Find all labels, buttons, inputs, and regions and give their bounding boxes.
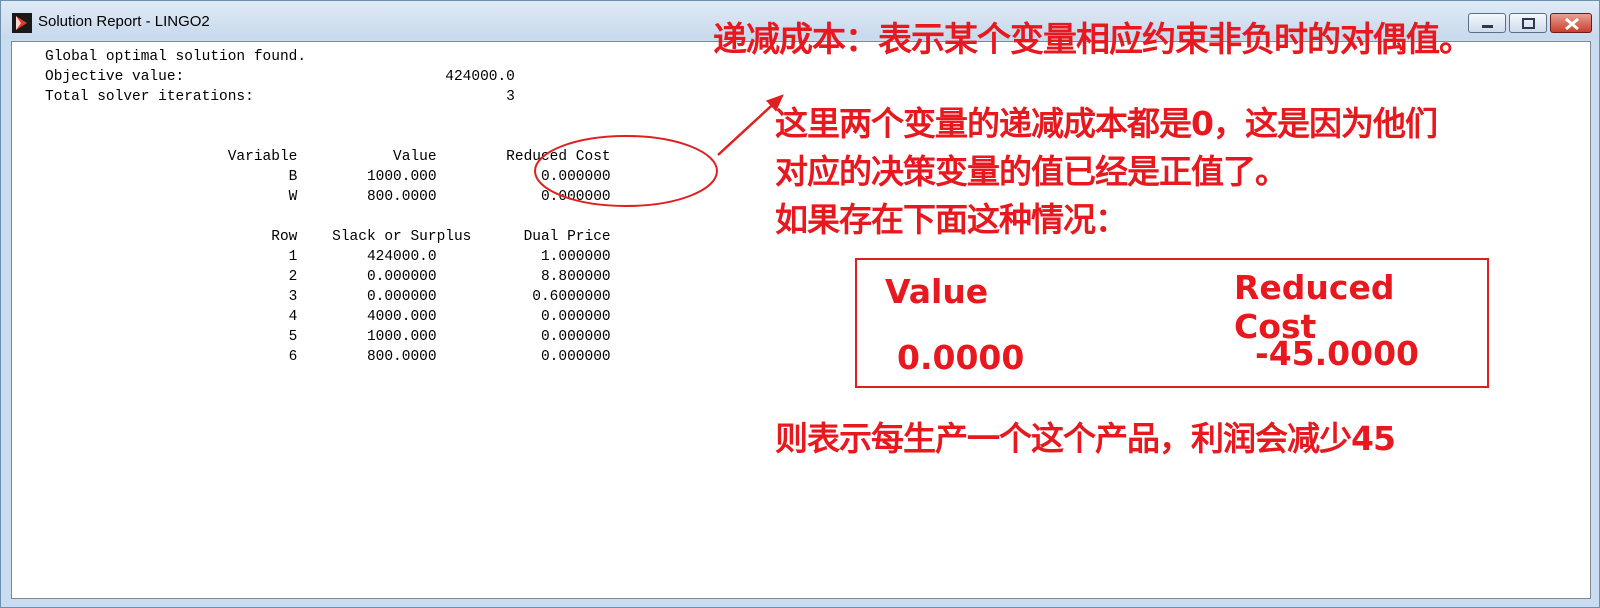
explanation-line: 如果存在下面这种情况： [775,200,1128,239]
callout-arrow [717,94,784,156]
explanation-line: 对应的决策变量的值已经是正值了。 [775,152,1288,191]
explanation-line: 这里两个变量的递减成本都是0，这是因为他们 [775,104,1438,143]
reduced-cost-highlight-ellipse [534,135,718,207]
reduced-cost-definition-note: 递减成本：表示某个变量相应约束非负时的对偶值。 [713,20,1473,60]
conclusion-note: 则表示每生产一个这个产品，利润会减少45 [775,419,1396,458]
explanation-note: 这里两个变量的递减成本都是0，这是因为他们 对应的决策变量的值已经是正值了。 如果存… [775,100,1438,244]
example-reduced-cost: -45.0000 [1255,334,1420,373]
example-value-header: Value [885,272,989,311]
example-box: Value Reduced Cost 0.0000 -45.0000 [855,258,1489,388]
example-value: 0.0000 [897,338,1025,377]
